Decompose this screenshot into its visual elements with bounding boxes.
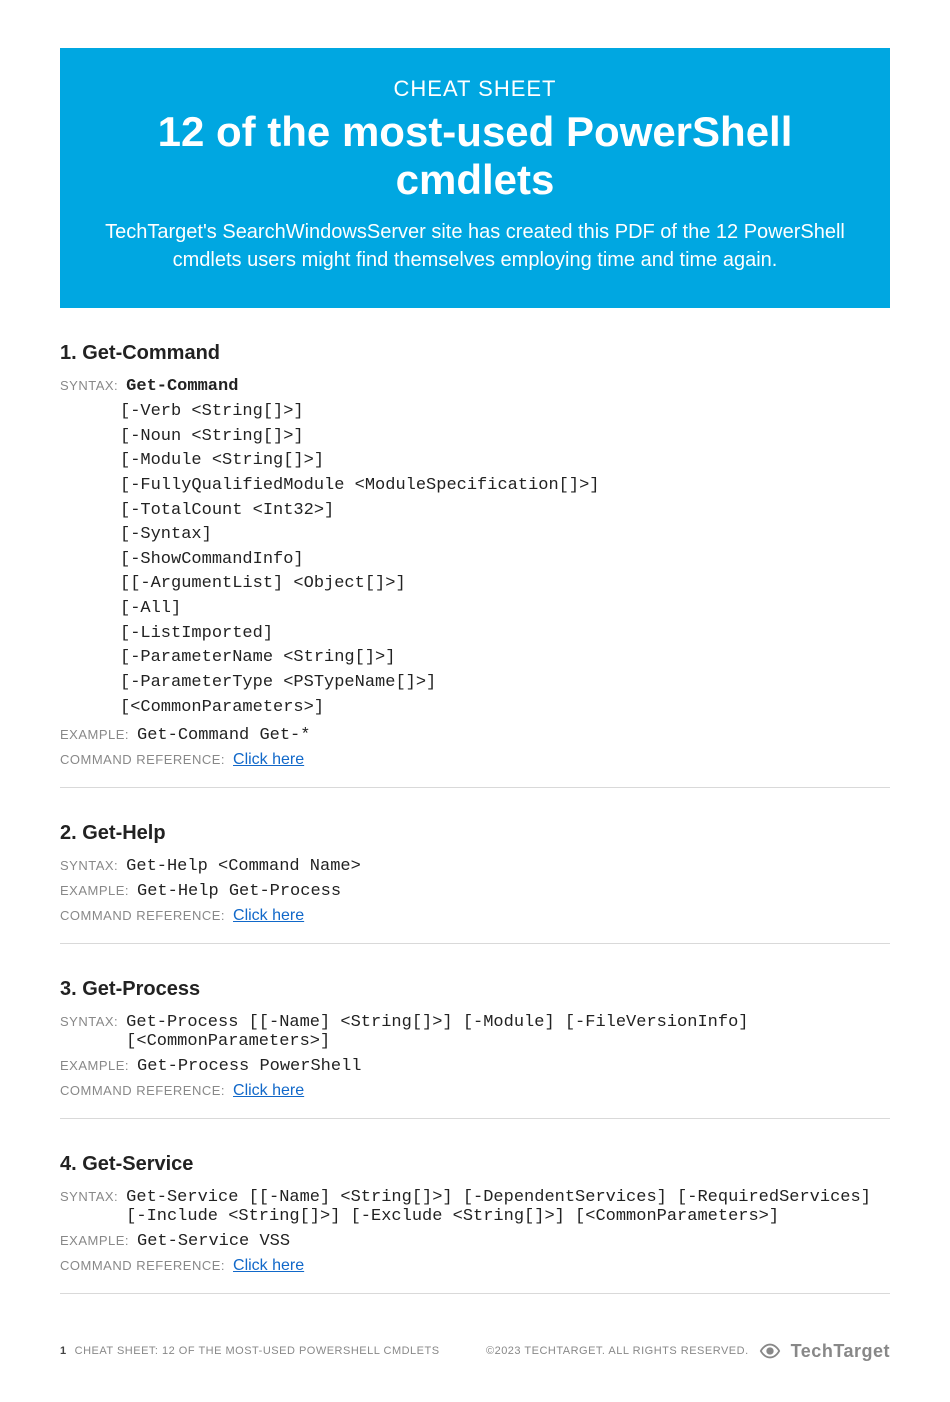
header-banner: CHEAT SHEET 12 of the most-used PowerShe… [60,48,890,308]
syntax-block: [-Verb <String[]>] [-Noun <String[]>] [-… [120,400,890,720]
brand-logo: TechTarget [791,1341,890,1362]
reference-link[interactable]: Click here [233,1082,304,1100]
syntax-label: SYNTAX: [60,858,118,873]
reference-link[interactable]: Click here [233,1257,304,1275]
section-get-process: 3. Get-Process SYNTAX: Get-Process [[-Na… [60,978,890,1119]
syntax-inline: Get-Service [[-Name] <String[]>] [-Depen… [126,1188,890,1226]
section-title: 2. Get-Help [60,822,890,845]
section-get-service: 4. Get-Service SYNTAX: Get-Service [[-Na… [60,1153,890,1294]
example-label: EXAMPLE: [60,883,129,898]
footer-title: CHEAT SHEET: 12 OF THE MOST-USED POWERSH… [75,1345,440,1357]
section-divider [60,1293,890,1294]
section-title: 4. Get-Service [60,1153,890,1176]
example-code: Get-Service VSS [137,1232,290,1251]
reference-link[interactable]: Click here [233,751,304,769]
reference-label: COMMAND REFERENCE: [60,1258,225,1273]
syntax-label: SYNTAX: [60,1014,118,1029]
example-code: Get-Process PowerShell [137,1057,361,1076]
example-label: EXAMPLE: [60,1233,129,1248]
example-label: EXAMPLE: [60,1058,129,1073]
example-code: Get-Help Get-Process [137,882,341,901]
section-divider [60,787,890,788]
reference-label: COMMAND REFERENCE: [60,908,225,923]
section-divider [60,943,890,944]
section-divider [60,1118,890,1119]
section-get-command: 1. Get-Command SYNTAX: Get-Command [-Ver… [60,342,890,788]
syntax-command: Get-Command [126,377,238,396]
reference-label: COMMAND REFERENCE: [60,1083,225,1098]
syntax-label: SYNTAX: [60,378,118,393]
section-get-help: 2. Get-Help SYNTAX: Get-Help <Command Na… [60,822,890,944]
eye-icon [759,1340,781,1362]
example-label: EXAMPLE: [60,727,129,742]
syntax-label: SYNTAX: [60,1189,118,1204]
footer: 1 CHEAT SHEET: 12 OF THE MOST-USED POWER… [60,1340,890,1362]
section-title: 3. Get-Process [60,978,890,1001]
reference-label: COMMAND REFERENCE: [60,752,225,767]
section-title: 1. Get-Command [60,342,890,365]
banner-subtitle: TechTarget's SearchWindowsServer site ha… [100,218,850,274]
footer-copyright: ©2023 TECHTARGET. ALL RIGHTS RESERVED. [486,1345,749,1357]
syntax-inline: Get-Process [[-Name] <String[]>] [-Modul… [126,1013,890,1051]
banner-title: 12 of the most-used PowerShell cmdlets [100,108,850,204]
syntax-inline: Get-Help <Command Name> [126,857,361,876]
footer-page-number: 1 [60,1345,67,1357]
banner-label: CHEAT SHEET [100,76,850,102]
example-code: Get-Command Get-* [137,726,310,745]
reference-link[interactable]: Click here [233,907,304,925]
